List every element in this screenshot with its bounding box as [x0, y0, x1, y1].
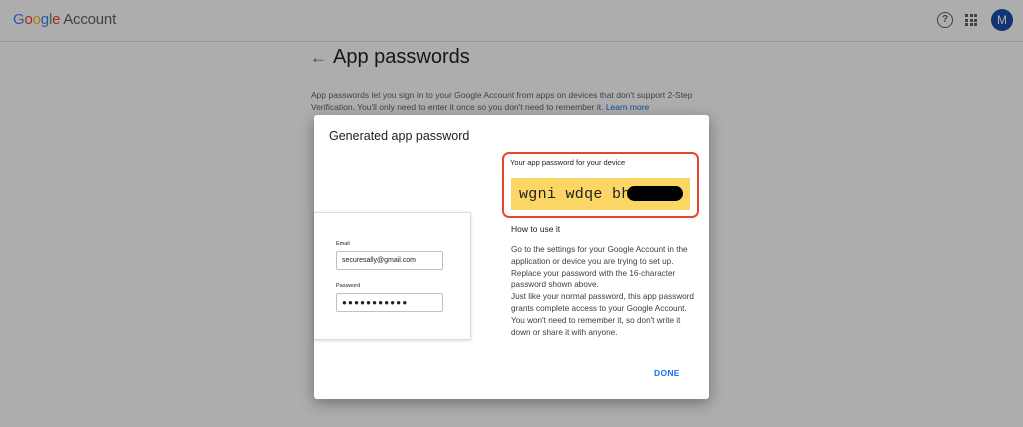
email-field: securesally@gmail.com — [336, 251, 443, 270]
sign-in-illustration: Email securesally@gmail.com Password ●●●… — [314, 212, 471, 340]
how-to-paragraph: Go to the settings for your Google Accou… — [511, 245, 688, 290]
done-button[interactable]: DONE — [654, 368, 680, 378]
how-to-title: How to use it — [511, 224, 561, 234]
app-password-field[interactable]: wgni wdqe bhf — [511, 178, 690, 210]
email-label: Email — [336, 241, 350, 247]
how-to-paragraph: Just like your normal password, this app… — [511, 292, 694, 337]
how-to-text: Go to the settings for your Google Accou… — [511, 244, 701, 338]
dialog-title: Generated app password — [329, 129, 470, 143]
password-heading: Your app password for your device — [510, 158, 626, 167]
password-field: ●●●●●●●●●●● — [336, 293, 443, 312]
password-label: Password — [336, 283, 361, 289]
generated-password-dialog: Generated app password Email securesally… — [314, 115, 709, 399]
app-password-value[interactable]: wgni wdqe bhf — [519, 186, 640, 203]
redaction-mark — [627, 186, 683, 201]
